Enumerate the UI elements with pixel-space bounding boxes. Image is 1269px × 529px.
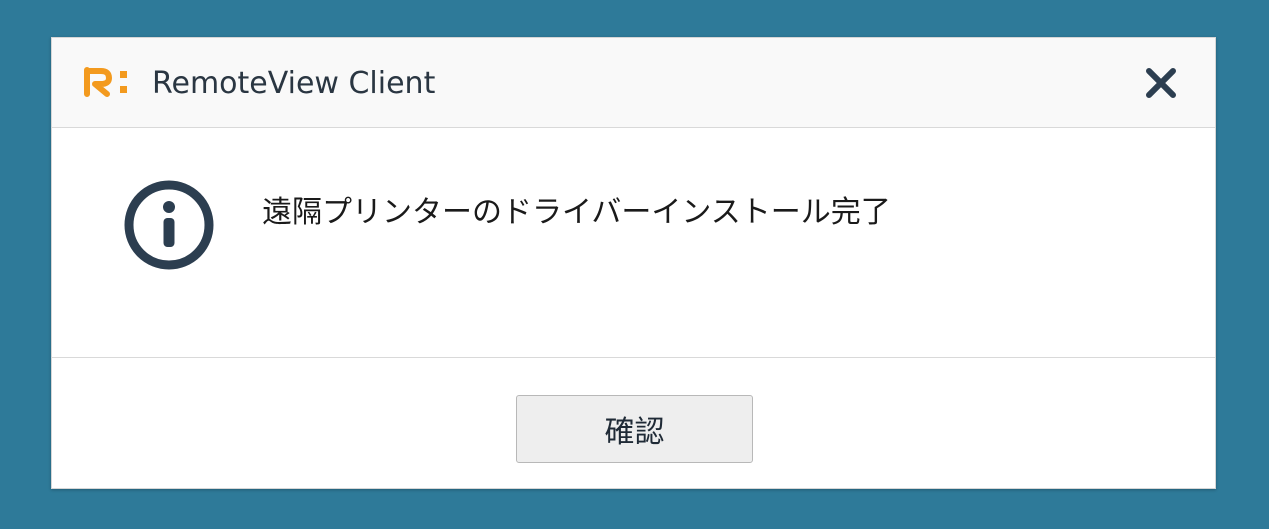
title-bar: RemoteView Client (52, 38, 1215, 128)
window-title: RemoteView Client (152, 66, 436, 101)
remoteview-logo-icon (84, 67, 127, 97)
info-icon (124, 180, 214, 270)
message-text: 遠隔プリンターのドライバーインストール完了 (262, 195, 891, 230)
confirm-button[interactable]: 確認 (516, 395, 753, 463)
dialog-footer: 確認 (52, 358, 1215, 490)
message-area: 遠隔プリンターのドライバーインストール完了 (52, 128, 1215, 358)
close-icon[interactable] (1141, 63, 1181, 103)
dialog: RemoteView Client 遠隔プリンターのドライバーインストール完了 … (51, 37, 1216, 489)
